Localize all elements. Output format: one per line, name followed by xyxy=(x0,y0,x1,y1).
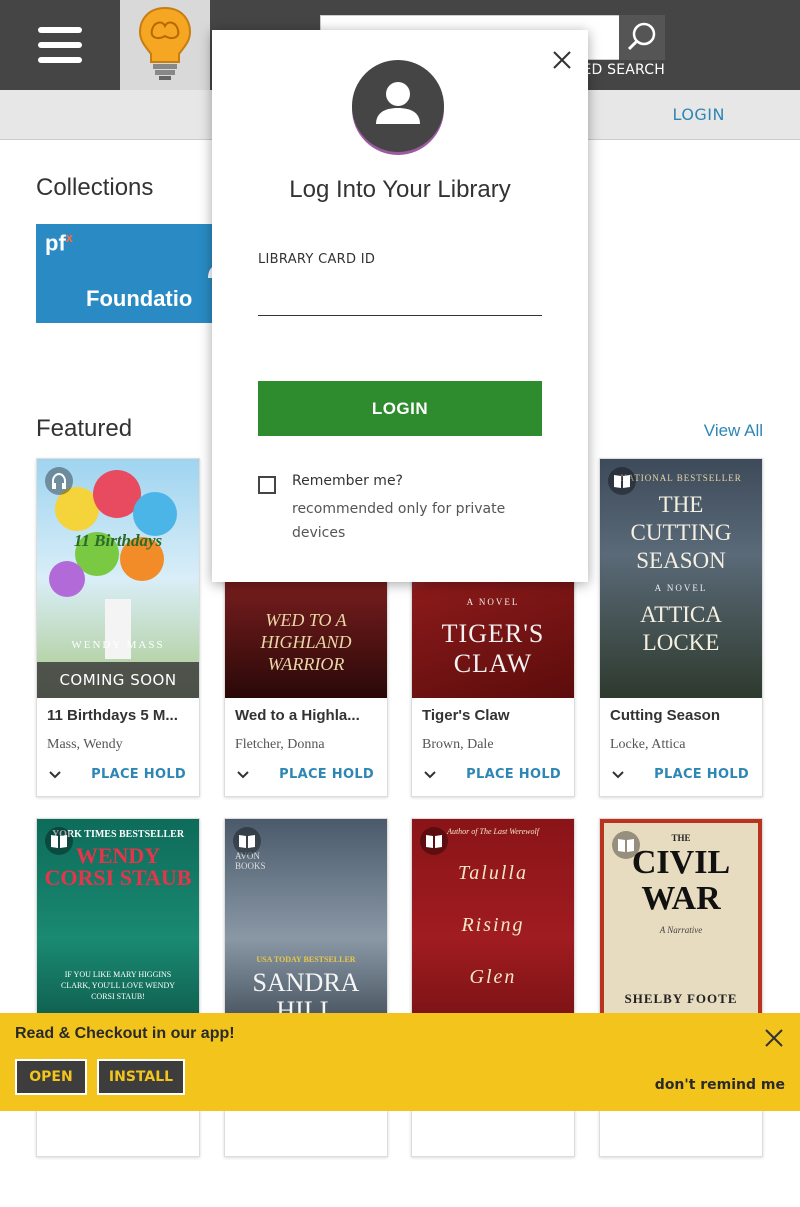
install-app-button[interactable]: INSTALL xyxy=(97,1059,185,1095)
cover-blurb: USA TODAY BESTSELLER xyxy=(256,955,356,964)
view-all-link[interactable]: View All xyxy=(704,421,763,441)
place-hold-button[interactable]: PLACE HOLD xyxy=(91,767,186,782)
close-icon[interactable] xyxy=(765,1029,783,1047)
cover-subtitle: A NOVEL xyxy=(466,597,520,607)
menu-icon[interactable] xyxy=(38,27,82,63)
book-icon xyxy=(608,467,636,495)
app-banner-text: Read & Checkout in our app! xyxy=(15,1025,235,1042)
collections-heading: Collections xyxy=(36,174,154,201)
chevron-down-icon[interactable] xyxy=(47,767,63,783)
modal-title: Log Into Your Library xyxy=(289,176,511,203)
chevron-down-icon[interactable] xyxy=(422,767,438,783)
cover-title: Talulla Rising xyxy=(458,862,528,936)
book-icon xyxy=(612,831,640,859)
user-avatar-icon xyxy=(352,60,444,152)
cover-author: WENDY MASS xyxy=(71,639,165,651)
library-card-input[interactable] xyxy=(258,288,542,316)
book-title[interactable]: Wed to a Highla... xyxy=(235,707,381,724)
advanced-search-link[interactable]: ED SEARCH xyxy=(582,62,665,78)
pf-logo: pfx xyxy=(45,230,73,256)
place-hold-button[interactable]: PLACE HOLD xyxy=(466,767,561,782)
page: ED SEARCH LOGIN Collections pfx Foundati… xyxy=(0,0,800,1207)
login-button[interactable]: LOGIN xyxy=(258,381,542,436)
cover-title: 11 Birthdays xyxy=(73,531,163,550)
book-author[interactable]: Fletcher, Donna xyxy=(235,737,325,753)
cover-author: SHELBY FOOTE xyxy=(624,991,738,1006)
dont-remind-link[interactable]: don't remind me xyxy=(655,1077,785,1093)
close-icon[interactable] xyxy=(552,50,572,70)
chevron-down-icon[interactable] xyxy=(610,767,626,783)
remember-me-checkbox[interactable] xyxy=(258,476,276,494)
book-author[interactable]: Brown, Dale xyxy=(422,737,494,753)
book-icon xyxy=(233,827,261,855)
lightbulb-brain-icon xyxy=(138,6,192,80)
collection-tile-label: Foundatio xyxy=(86,286,193,311)
library-logo[interactable] xyxy=(120,0,210,90)
book-title[interactable]: Tiger's Claw xyxy=(422,707,568,724)
featured-heading: Featured xyxy=(36,415,133,442)
remember-me-note: recommended only for private devices xyxy=(292,501,506,541)
book-icon xyxy=(45,827,73,855)
book-title[interactable]: 11 Birthdays 5 M... xyxy=(47,707,193,724)
app-banner: Read & Checkout in our app! OPEN INSTALL… xyxy=(0,1013,800,1111)
cover-author: ATTICA LOCKE xyxy=(640,602,722,655)
book-author[interactable]: Locke, Attica xyxy=(610,737,685,753)
book-cover: NATIONAL BESTSELLER THE CUTTING SEASON A… xyxy=(600,459,762,698)
cover-blurb: IF YOU LIKE MARY HIGGINS CLARK, YOU'LL L… xyxy=(60,970,176,1001)
cover-subtitle: A NOVEL xyxy=(654,583,708,593)
open-app-button[interactable]: OPEN xyxy=(15,1059,87,1095)
nav-login-link[interactable]: LOGIN xyxy=(672,105,725,124)
cover-title: TIGER'S CLAW xyxy=(441,619,545,678)
place-hold-button[interactable]: PLACE HOLD xyxy=(654,767,749,782)
place-hold-button[interactable]: PLACE HOLD xyxy=(279,767,374,782)
login-modal: Log Into Your Library LIBRARY CARD ID LO… xyxy=(212,30,588,582)
chevron-down-icon[interactable] xyxy=(235,767,251,783)
book-card[interactable]: NATIONAL BESTSELLER THE CUTTING SEASON A… xyxy=(599,458,763,797)
cover-title: WED TO A HIGHLAND WARRIOR xyxy=(260,610,352,674)
search-icon xyxy=(627,22,656,51)
cover-title: THE CUTTING SEASON xyxy=(630,492,732,573)
book-title[interactable]: Cutting Season xyxy=(610,707,756,724)
coming-soon-badge: COMING SOON xyxy=(37,662,199,698)
remember-me-label[interactable]: Remember me? xyxy=(292,473,403,489)
search-button[interactable] xyxy=(619,15,665,60)
book-icon xyxy=(420,827,448,855)
book-author[interactable]: Mass, Wendy xyxy=(47,737,123,753)
book-card[interactable]: 11 Birthdays WENDY MASS COMING SOON 11 B… xyxy=(36,458,200,797)
book-cover: 11 Birthdays WENDY MASS COMING SOON xyxy=(37,459,199,698)
library-card-label: LIBRARY CARD ID xyxy=(258,252,376,267)
audiobook-icon xyxy=(45,467,73,495)
cover-subtitle: A Narrative xyxy=(659,925,703,935)
